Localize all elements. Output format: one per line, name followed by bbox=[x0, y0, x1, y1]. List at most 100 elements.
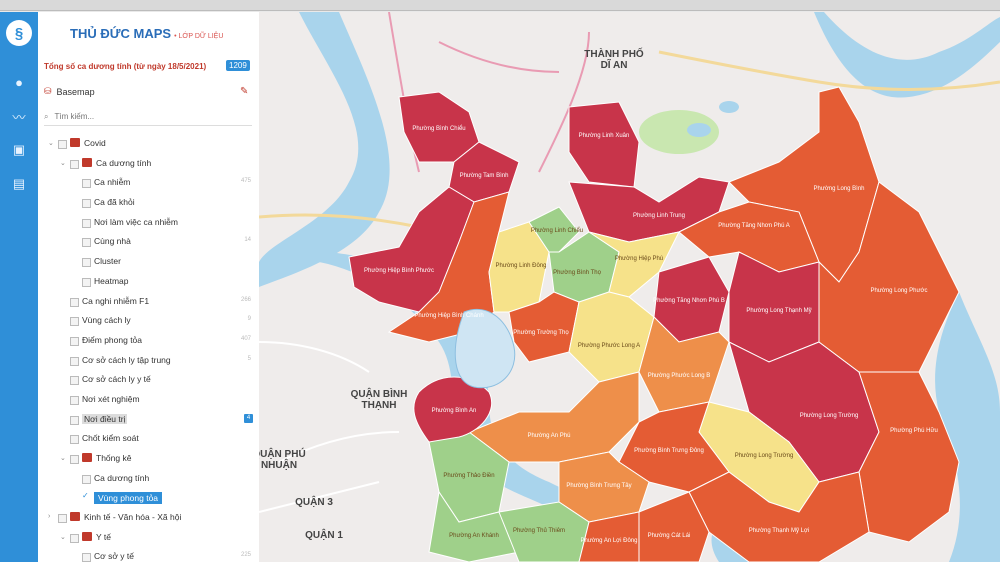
globe-icon[interactable]: ● bbox=[9, 72, 29, 92]
ward-label: Phường Hiệp Bình Chánh bbox=[414, 313, 483, 319]
ward-label: Phường Thạnh Mỹ Lợi bbox=[749, 528, 809, 534]
map-canvas[interactable]: Phường Bình Chiểu Phường Tam Bình Phường L… bbox=[259, 12, 1000, 562]
app-logo-icon[interactable]: § bbox=[6, 20, 32, 46]
ward-label: Phường Hiệp Phú bbox=[615, 256, 663, 262]
basemap-row[interactable]: ⛁ Basemap bbox=[44, 86, 95, 97]
layer-count: 14 bbox=[244, 237, 251, 244]
layer-count: 225 bbox=[240, 552, 251, 559]
search-icon: ⌕ bbox=[44, 111, 49, 121]
layer-row[interactable]: Điểm phong tỏa 407 bbox=[38, 332, 259, 352]
layer-checkbox[interactable] bbox=[70, 395, 79, 405]
layer-row[interactable]: Nơi làm việc ca nhiễm bbox=[38, 214, 259, 234]
trend-icon[interactable]: 〰 bbox=[9, 106, 29, 126]
layer-checkbox[interactable] bbox=[82, 179, 91, 189]
side-rail: § ● 〰 ▣ ▤ bbox=[0, 12, 38, 562]
ward-label: Phường Tăng Nhơn Phú A bbox=[718, 223, 790, 229]
layer-checkbox[interactable] bbox=[82, 199, 91, 209]
layer-checkbox[interactable] bbox=[70, 317, 79, 327]
layer-checkbox[interactable] bbox=[70, 336, 79, 346]
layer-row[interactable]: › Kinh tế - Văn hóa - Xã hội bbox=[38, 509, 259, 529]
chevron-down-icon[interactable]: ⌄ bbox=[60, 454, 66, 462]
layer-row[interactable]: ✓ Vùng phong tỏa bbox=[38, 489, 259, 509]
layer-row[interactable]: ⌄ Covid bbox=[38, 135, 259, 155]
chevron-right-icon[interactable]: › bbox=[48, 513, 50, 520]
layer-row[interactable]: Ca nghi nhiễm F1 266 bbox=[38, 293, 259, 313]
layer-checkbox[interactable] bbox=[70, 533, 79, 543]
chevron-down-icon[interactable]: ⌄ bbox=[60, 533, 66, 541]
layer-row[interactable]: Chốt kiểm soát bbox=[38, 430, 259, 450]
total-cases-label: Tổng số ca dương tính (từ ngày 18/5/2021… bbox=[44, 62, 207, 71]
chevron-down-icon[interactable]: ⌄ bbox=[60, 159, 66, 167]
lake bbox=[687, 123, 711, 137]
layer-checkbox[interactable] bbox=[82, 474, 91, 484]
layer-checkbox[interactable] bbox=[70, 376, 79, 386]
folder-icon bbox=[82, 453, 92, 462]
ward-label: Phường Bình Trưng Tây bbox=[566, 483, 631, 489]
check-icon[interactable]: ✓ bbox=[82, 491, 89, 500]
layer-row[interactable]: Cơ sở cách ly y tế bbox=[38, 371, 259, 391]
layer-checkbox[interactable] bbox=[70, 455, 79, 464]
layer-row[interactable]: Cơ sở y tế 225 bbox=[38, 548, 259, 562]
layer-row[interactable]: Ca nhiễm 475 bbox=[38, 174, 259, 194]
edit-basemap-icon[interactable]: ✎ bbox=[240, 86, 248, 97]
phu-nhuan-line1: QUẬN PHÚ bbox=[259, 447, 306, 460]
layer-checkbox[interactable] bbox=[70, 356, 79, 366]
layer-count: 9 bbox=[247, 316, 251, 323]
layer-row[interactable]: Cùng nhà 14 bbox=[38, 233, 259, 253]
app-title-text: THỦ ĐỨC MAPS bbox=[70, 26, 172, 41]
layer-count: 407 bbox=[240, 335, 251, 342]
layer-row[interactable]: Ca dương tính bbox=[38, 470, 259, 490]
image-icon[interactable]: ▣ bbox=[9, 140, 29, 160]
layer-label: Ca đã khỏi bbox=[94, 197, 135, 208]
layer-label: Cơ sở cách ly y tế bbox=[82, 374, 151, 385]
layer-row[interactable]: Nơi điều trị 4 bbox=[38, 411, 259, 431]
layer-label: Heatmap bbox=[94, 275, 129, 286]
ward-label: Phường Thảo Điền bbox=[443, 473, 494, 479]
ward-label: Phường An Lợi Đông bbox=[581, 538, 638, 544]
ward-label: Phường Tam Bình bbox=[460, 173, 509, 179]
ward-label: Phường An Phú bbox=[528, 433, 571, 439]
layer-badge[interactable]: 4 bbox=[244, 413, 253, 423]
search-input[interactable] bbox=[52, 111, 237, 122]
ward-label: Phường Phước Long B bbox=[648, 373, 711, 379]
layer-label: Nơi xét nghiệm bbox=[82, 393, 140, 404]
layer-label: Covid bbox=[84, 138, 106, 148]
layer-checkbox[interactable] bbox=[82, 258, 91, 268]
binh-thanh-line2: THẠNH bbox=[362, 400, 397, 411]
layer-checkbox[interactable] bbox=[70, 159, 79, 169]
layer-row[interactable]: Vùng cách ly 9 bbox=[38, 312, 259, 332]
layer-row[interactable]: Ca đã khỏi bbox=[38, 194, 259, 214]
layer-count: 475 bbox=[240, 178, 251, 185]
layer-checkbox[interactable] bbox=[82, 277, 91, 287]
layer-count: 5 bbox=[247, 355, 251, 362]
layer-checkbox[interactable] bbox=[70, 415, 79, 425]
layer-checkbox[interactable] bbox=[82, 238, 91, 248]
ward-label: Phường Bình Thọ bbox=[553, 270, 602, 276]
chevron-down-icon[interactable]: ⌄ bbox=[48, 139, 54, 147]
table-icon[interactable]: ▤ bbox=[9, 174, 29, 194]
layer-checkbox[interactable] bbox=[58, 514, 67, 524]
layer-checkbox[interactable] bbox=[82, 218, 91, 228]
folder-icon bbox=[82, 157, 92, 167]
layer-row[interactable]: ⌄ Thống kê bbox=[38, 450, 259, 470]
layer-row[interactable]: ⌄ Y tế bbox=[38, 529, 259, 549]
layer-checkbox[interactable] bbox=[58, 140, 67, 149]
layer-row[interactable]: Cluster bbox=[38, 253, 259, 273]
layer-label: Cơ sở y tế bbox=[94, 551, 134, 562]
ward-label: Phường Long Thạnh Mỹ bbox=[746, 308, 811, 314]
layer-row[interactable]: ⌄ Ca dương tính bbox=[38, 155, 259, 175]
layer-label: Ca nhiễm bbox=[94, 177, 131, 188]
ward-label: Phường Bình Trưng Đông bbox=[634, 448, 704, 454]
layer-row[interactable]: Cơ sở cách ly tập trung 5 bbox=[38, 352, 259, 372]
binh-thanh-line1: QUẬN BÌNH bbox=[351, 387, 408, 400]
layer-count: 266 bbox=[240, 296, 251, 303]
layer-row[interactable]: Heatmap bbox=[38, 273, 259, 293]
place-label-quan1: QUẬN 1 bbox=[305, 528, 343, 541]
layer-checkbox[interactable] bbox=[70, 435, 79, 445]
layer-tree: ⌄ Covid ⌄ Ca dương tính Ca nhiễm 475 Ca đã khỏ… bbox=[38, 135, 259, 562]
layer-checkbox[interactable] bbox=[70, 297, 79, 307]
layer-checkbox[interactable] bbox=[82, 553, 91, 562]
layer-row[interactable]: Nơi xét nghiệm bbox=[38, 391, 259, 411]
phu-nhuan-line2: NHUẬN bbox=[261, 458, 297, 471]
layer-subtitle: • LỚP DỮ LIỆU bbox=[174, 33, 224, 40]
